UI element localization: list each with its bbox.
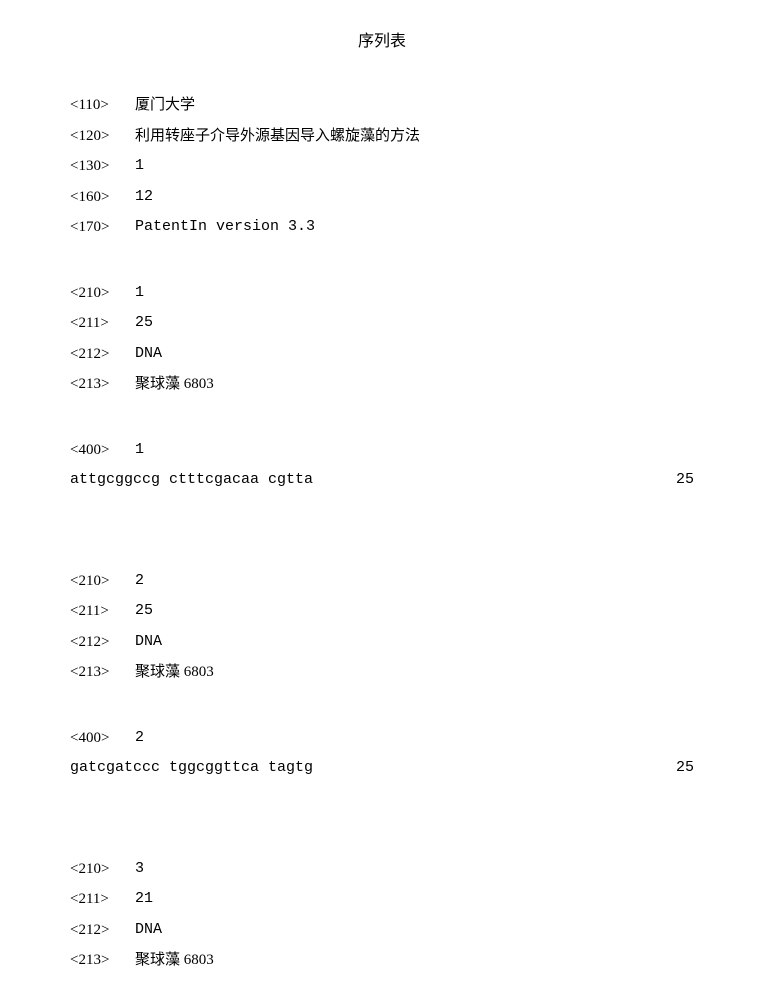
seq3-tag-213: <213> (70, 949, 135, 972)
seq3-tag-211: <211> (70, 888, 135, 911)
seq2-entry-210: <210> 2 (70, 570, 694, 593)
seq3-value-213: 聚球藻 6803 (135, 949, 214, 972)
seq1-value-400: 1 (135, 439, 144, 462)
seq1-tag-212: <212> (70, 343, 135, 366)
tag-160: <160> (70, 186, 135, 209)
value-110: 厦门大学 (135, 94, 195, 117)
seq2-value-210: 2 (135, 570, 144, 593)
seq3-value-212: DNA (135, 919, 162, 942)
entry-120: <120> 利用转座子介导外源基因导入螺旋藻的方法 (70, 125, 694, 148)
seq3-value-210: 3 (135, 858, 144, 881)
seq2-sequence: gatcgatccc tggcggttca tagtg (70, 757, 313, 780)
seq1-sequence: attgcggccg ctttcgacaa cgtta (70, 469, 313, 492)
seq2-entry-400: <400> 2 (70, 727, 694, 750)
seq1-sequence-row: attgcggccg ctttcgacaa cgtta 25 (70, 469, 694, 492)
value-170: PatentIn version 3.3 (135, 216, 315, 239)
seq1-entry-400: <400> 1 (70, 439, 694, 462)
tag-110: <110> (70, 94, 135, 117)
seq3-entry-212: <212> DNA (70, 919, 694, 942)
seq1-tag-400: <400> (70, 439, 135, 462)
seq1-value-210: 1 (135, 282, 144, 305)
seq2-entry-211: <211> 25 (70, 600, 694, 623)
seq3-entry-213: <213> 聚球藻 6803 (70, 949, 694, 972)
entry-160: <160> 12 (70, 186, 694, 209)
entry-170: <170> PatentIn version 3.3 (70, 216, 694, 239)
tag-170: <170> (70, 216, 135, 239)
seq1-tag-213: <213> (70, 373, 135, 396)
seq3-entry-210: <210> 3 (70, 858, 694, 881)
seq2-value-213: 聚球藻 6803 (135, 661, 214, 684)
seq1-entry-212: <212> DNA (70, 343, 694, 366)
seq3-tag-212: <212> (70, 919, 135, 942)
seq1-entry-213: <213> 聚球藻 6803 (70, 373, 694, 396)
value-130: 1 (135, 155, 144, 178)
tag-120: <120> (70, 125, 135, 148)
value-160: 12 (135, 186, 153, 209)
seq2-tag-210: <210> (70, 570, 135, 593)
tag-130: <130> (70, 155, 135, 178)
seq2-tag-211: <211> (70, 600, 135, 623)
entry-110: <110> 厦门大学 (70, 94, 694, 117)
seq2-entry-213: <213> 聚球藻 6803 (70, 661, 694, 684)
seq2-value-400: 2 (135, 727, 144, 750)
seq2-value-212: DNA (135, 631, 162, 654)
seq1-value-211: 25 (135, 312, 153, 335)
seq1-tag-210: <210> (70, 282, 135, 305)
seq2-sequence-row: gatcgatccc tggcggttca tagtg 25 (70, 757, 694, 780)
seq3-entry-211: <211> 21 (70, 888, 694, 911)
seq2-tag-212: <212> (70, 631, 135, 654)
seq1-tag-211: <211> (70, 312, 135, 335)
page-title: 序列表 (70, 30, 694, 54)
seq2-value-211: 25 (135, 600, 153, 623)
seq3-tag-210: <210> (70, 858, 135, 881)
seq1-length: 25 (676, 469, 694, 492)
seq1-value-213: 聚球藻 6803 (135, 373, 214, 396)
seq2-length: 25 (676, 757, 694, 780)
seq2-tag-400: <400> (70, 727, 135, 750)
seq1-entry-211: <211> 25 (70, 312, 694, 335)
entry-130: <130> 1 (70, 155, 694, 178)
seq1-value-212: DNA (135, 343, 162, 366)
seq2-entry-212: <212> DNA (70, 631, 694, 654)
seq1-entry-210: <210> 1 (70, 282, 694, 305)
value-120: 利用转座子介导外源基因导入螺旋藻的方法 (135, 125, 420, 148)
seq3-value-211: 21 (135, 888, 153, 911)
seq2-tag-213: <213> (70, 661, 135, 684)
